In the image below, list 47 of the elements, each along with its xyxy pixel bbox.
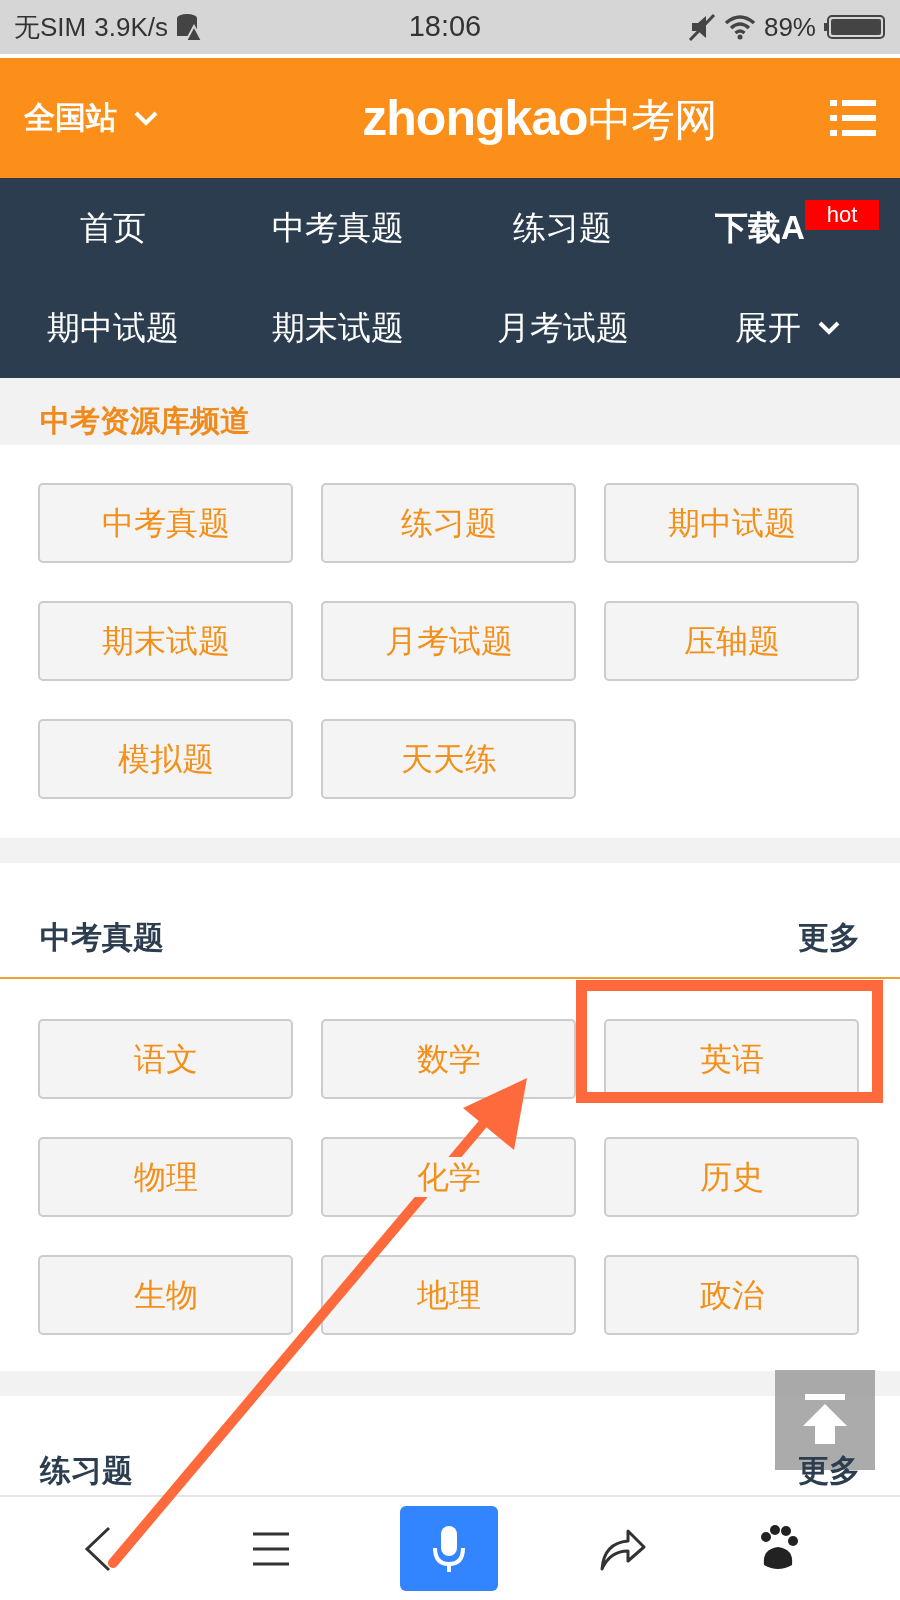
section-title: 中考真题: [40, 918, 164, 957]
more-link[interactable]: 更多: [798, 1447, 860, 1494]
subject-button[interactable]: 生物: [38, 1255, 293, 1335]
subject-button[interactable]: 化学: [321, 1137, 576, 1217]
category-button[interactable]: 期末试题: [38, 601, 293, 681]
subject-button[interactable]: 政治: [604, 1255, 859, 1335]
nav-link[interactable]: 练习题: [513, 203, 612, 253]
mute-icon: [687, 13, 716, 41]
category-button[interactable]: 天天练: [321, 719, 576, 799]
nav-link[interactable]: 月考试题: [496, 303, 629, 353]
hot-badge: hot: [804, 200, 880, 230]
microphone-icon: [432, 1523, 466, 1574]
subject-button[interactable]: 数学: [321, 1019, 576, 1099]
more-link[interactable]: 更多: [798, 914, 860, 961]
microphone-button[interactable]: [400, 1506, 498, 1591]
site-logo[interactable]: zhongkao中考网: [362, 80, 717, 156]
carrier-text: 无SIM: [14, 10, 87, 44]
category-button[interactable]: 练习题: [321, 483, 576, 563]
category-button[interactable]: 压轴题: [604, 601, 859, 681]
clock-text: 18:06: [408, 10, 482, 43]
nav-link[interactable]: 首页: [79, 203, 146, 253]
category-button[interactable]: 月考试题: [321, 601, 576, 681]
chevron-down-icon: [816, 320, 841, 336]
data-warning-icon: [175, 13, 202, 41]
category-button[interactable]: 模拟题: [38, 719, 293, 799]
wifi-icon: [723, 14, 756, 40]
section-title: 中考资源库频道: [40, 404, 250, 437]
battery-icon: [824, 13, 886, 41]
menu-icon: [251, 1530, 291, 1567]
subject-button[interactable]: 物理: [38, 1137, 293, 1217]
category-button[interactable]: 中考真题: [38, 483, 293, 563]
chevron-left-icon: [83, 1525, 113, 1572]
subject-button[interactable]: 语文: [38, 1019, 293, 1099]
subject-button[interactable]: 地理: [321, 1255, 576, 1335]
nav-link[interactable]: 期末试题: [271, 303, 404, 353]
chevron-down-icon: [133, 110, 159, 126]
nav-link[interactable]: 中考真题: [271, 203, 404, 253]
region-selector[interactable]: 全国站: [24, 94, 159, 142]
subject-button[interactable]: 历史: [604, 1137, 859, 1217]
nav-link[interactable]: 下载A: [715, 203, 805, 253]
category-button[interactable]: 期中试题: [604, 483, 859, 563]
speed-text: 3.9K/s: [94, 10, 168, 44]
expand-button[interactable]: 展开: [734, 303, 841, 353]
battery-text: 89%: [763, 10, 816, 44]
list-icon: [830, 98, 876, 138]
nav-link[interactable]: 期中试题: [46, 303, 179, 353]
section-title: 练习题: [40, 1451, 133, 1490]
